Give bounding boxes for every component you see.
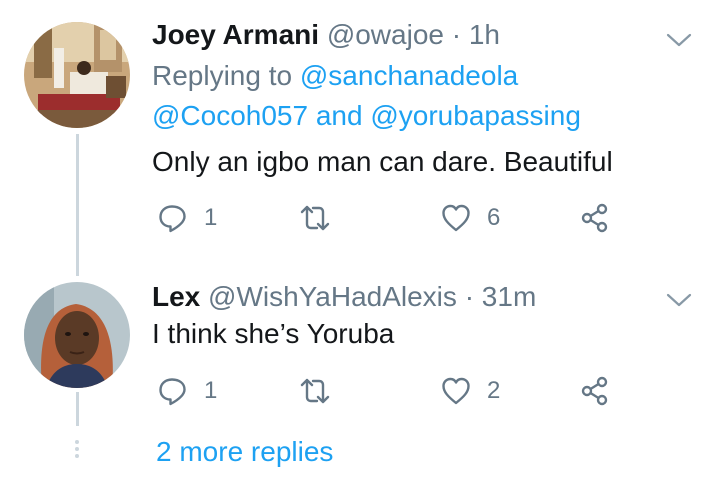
- reply-button[interactable]: 1: [158, 203, 217, 233]
- replying-to-line-1: Replying to @sanchanadeola: [152, 56, 518, 96]
- replying-to-line-2: @Cocoh057 and @yorubapassing: [152, 96, 581, 136]
- user-handle[interactable]: @WishYaHadAlexis: [208, 281, 457, 312]
- like-count: 6: [487, 204, 501, 231]
- reply-count: 1: [204, 377, 218, 404]
- heart-icon: [442, 377, 470, 405]
- thread-line: [76, 134, 79, 276]
- replying-to-label: Replying to: [152, 60, 293, 91]
- like-button[interactable]: 2: [441, 376, 500, 406]
- chevron-down-icon[interactable]: [666, 292, 692, 308]
- tweet-header: Joey Armani @owajoe · 1h: [152, 18, 500, 52]
- profile-photo-woman: [24, 282, 130, 388]
- mention-link[interactable]: @sanchanadeola: [300, 60, 518, 91]
- tweet-header: Lex @WishYaHadAlexis · 31m: [152, 280, 536, 314]
- retweet-button[interactable]: [300, 376, 330, 406]
- retweet-button[interactable]: [300, 203, 330, 233]
- profile-photo-interior-room: [24, 22, 130, 128]
- mention-link[interactable]: @yorubapassing: [370, 100, 581, 131]
- display-name[interactable]: Joey Armani: [152, 19, 319, 50]
- heart-icon: [442, 204, 470, 232]
- reply-icon: [159, 205, 186, 233]
- mention-link[interactable]: @Cocoh057: [152, 100, 308, 131]
- avatar-lex[interactable]: [24, 282, 130, 388]
- share-icon: [581, 203, 608, 233]
- retweet-icon: [300, 205, 330, 231]
- separator-dot: ·: [451, 19, 462, 50]
- like-button[interactable]: 6: [441, 203, 500, 233]
- user-handle[interactable]: @owajoe: [327, 19, 444, 50]
- share-icon: [581, 376, 608, 406]
- tweet-time[interactable]: 31m: [482, 281, 536, 312]
- share-button[interactable]: [580, 376, 610, 406]
- tweet-text: Only an igbo man can dare. Beautiful: [152, 146, 613, 177]
- reply-count: 1: [204, 204, 218, 231]
- tweet-text: I think she’s Yoruba: [152, 318, 395, 349]
- thread-dots: [74, 440, 81, 461]
- share-button[interactable]: [580, 203, 610, 233]
- retweet-icon: [300, 378, 330, 404]
- mention-joiner: and: [315, 100, 363, 131]
- display-name[interactable]: Lex: [152, 281, 200, 312]
- separator-dot: ·: [464, 281, 475, 312]
- tweet-time[interactable]: 1h: [469, 19, 500, 50]
- chevron-down-icon[interactable]: [666, 32, 692, 48]
- reply-icon: [159, 378, 186, 406]
- thread-line: [76, 392, 79, 426]
- avatar-joey-armani[interactable]: [24, 22, 130, 128]
- more-replies-link[interactable]: 2 more replies: [156, 436, 333, 468]
- reply-button[interactable]: 1: [158, 376, 217, 406]
- like-count: 2: [487, 377, 501, 404]
